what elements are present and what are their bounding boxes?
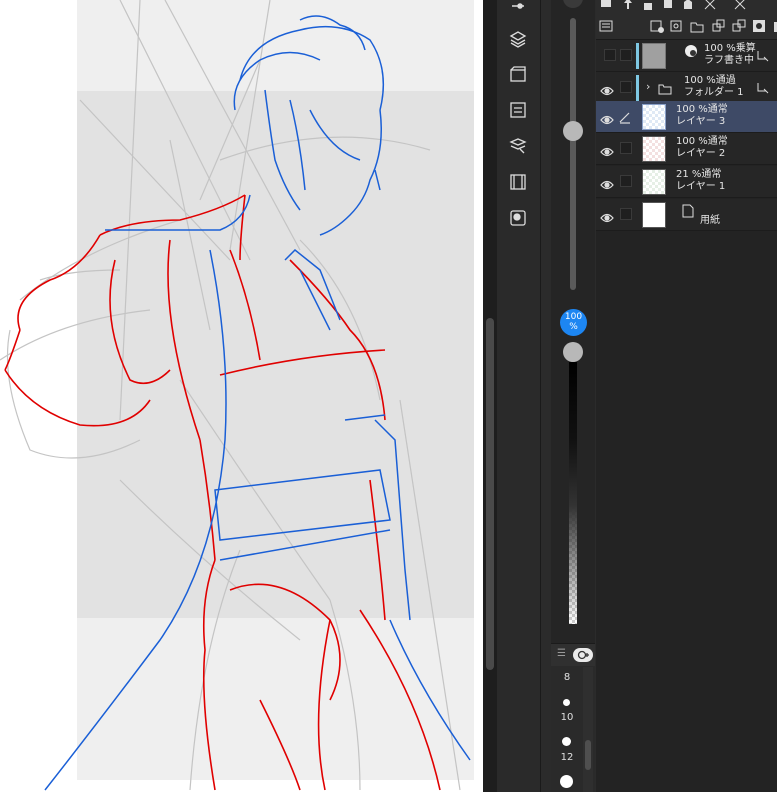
brush-size-scrollbar[interactable] [583, 667, 593, 792]
new-raster-layer-icon[interactable] [650, 18, 664, 33]
paper-layer-icon [682, 203, 694, 218]
layer-name: レイヤー 2 [676, 148, 726, 159]
visibility-eye-icon[interactable] [600, 110, 614, 125]
opacity-slider-knob[interactable] [563, 342, 583, 362]
layer-ref-toggle[interactable] [620, 175, 632, 187]
layer-row[interactable]: 100 %乗算 ラフ書き中 [596, 40, 777, 72]
layer-name: 用紙 [700, 215, 720, 226]
folder-expand-chevron-icon[interactable]: › [646, 80, 650, 93]
film-icon[interactable] [506, 170, 530, 194]
timeline-icon[interactable] [506, 98, 530, 122]
layer-blend-mode: 100 %乗算 [704, 43, 756, 54]
layer-blend-mode: 100 %通過 [684, 75, 736, 86]
copy-layer-icon[interactable] [712, 18, 726, 32]
animation-icon[interactable] [506, 62, 530, 86]
layer-mask-add-icon[interactable] [752, 18, 766, 32]
add-brush-size-button[interactable] [573, 648, 593, 662]
layer-row[interactable]: 用紙 [596, 199, 777, 231]
clipping-indicator [636, 75, 639, 101]
new-vector-layer-icon[interactable] [670, 18, 684, 32]
layer-row-active[interactable]: 100 %通常 レイヤー 3 [596, 101, 777, 133]
visibility-eye-icon[interactable] [600, 208, 614, 223]
layer-tone-icon [684, 43, 698, 57]
gray-rough-lines [0, 0, 461, 791]
layer-palette-icon[interactable] [733, 0, 747, 10]
visibility-eye-icon[interactable] [600, 142, 614, 157]
layer-name: ラフ書き中 [704, 55, 754, 66]
app-window: 100 % ☰ 8 10 12 100 %乗算 ラフ書き中 › 100 %通過 … [0, 0, 777, 792]
tool-palette [497, 0, 541, 792]
brush-size-next-dot[interactable] [560, 775, 573, 788]
pen-edit-icon [618, 109, 632, 124]
layer-row[interactable]: 21 %通常 レイヤー 1 [596, 166, 777, 198]
opacity-slider[interactable] [569, 362, 577, 624]
layer-thumbnail [642, 136, 666, 162]
layer-name: フォルダー 1 [684, 87, 744, 98]
folder-icon [658, 80, 672, 95]
layer-thumbnail [642, 104, 666, 130]
layer-blend-mode: 100 %通常 [676, 136, 728, 147]
sketch-artwork [0, 0, 471, 791]
layer-row[interactable]: › 100 %通過 フォルダー 1 [596, 72, 777, 104]
opacity-value: 100 [564, 312, 583, 322]
layer-clip-icon[interactable] [661, 0, 675, 10]
layer-lock-toggle[interactable] [604, 49, 616, 61]
brush-size-scrollbar-thumb[interactable] [585, 740, 591, 770]
brush-size-10[interactable]: 10 [553, 712, 581, 723]
layer-lock-icon[interactable] [641, 0, 655, 10]
layer-ref-toggle[interactable] [620, 49, 632, 61]
layer-property-icon[interactable] [506, 134, 530, 158]
clipping-indicator [636, 43, 639, 69]
merge-layer-icon[interactable] [732, 18, 746, 32]
adjust-icon[interactable] [506, 0, 530, 18]
layer-ref-toggle[interactable] [620, 208, 632, 220]
layer-clip-link-icon [756, 48, 770, 62]
layer-thumbnail [642, 43, 666, 69]
brush-panel-menu-icon[interactable]: ☰ [557, 648, 566, 659]
brush-size-8[interactable]: 8 [553, 672, 581, 683]
brush-size-slider[interactable] [570, 18, 576, 290]
layer-blend-mode: 21 %通常 [676, 169, 722, 180]
brush-size-slider-knob[interactable] [563, 121, 583, 141]
layer-blend-mode: 100 %通常 [676, 104, 728, 115]
layer-clip-link-icon [756, 80, 770, 94]
layer-thumbnail [642, 202, 666, 228]
blue-head-lines [44, 15, 471, 791]
brush-size-12[interactable]: 12 [553, 752, 581, 763]
material-icon[interactable] [506, 206, 530, 230]
layer-ref-toggle[interactable] [620, 142, 632, 154]
drawing-canvas[interactable] [0, 0, 483, 792]
brush-size-12-dot[interactable] [562, 737, 571, 746]
layer-name: レイヤー 3 [676, 116, 726, 127]
layer-menu-icon[interactable] [599, 18, 613, 32]
delete-layer-icon[interactable] [772, 18, 777, 32]
opacity-unit: % [569, 322, 578, 332]
layer-row[interactable]: 100 %通常 レイヤー 2 [596, 133, 777, 165]
layer-stack-icon[interactable] [506, 27, 530, 51]
layer-thumbnail [642, 169, 666, 195]
layer-mask-icon[interactable] [703, 0, 717, 10]
new-folder-icon[interactable] [690, 18, 704, 33]
opacity-value-badge: 100 % [560, 309, 587, 336]
layer-ref-toggle[interactable] [620, 81, 632, 93]
canvas-scrollbar-thumb[interactable] [486, 318, 494, 670]
layer-toolbar-icon[interactable] [599, 0, 613, 10]
red-body-lines [4, 194, 441, 791]
visibility-eye-icon[interactable] [600, 81, 614, 96]
layer-name: レイヤー 1 [676, 181, 726, 192]
visibility-eye-icon[interactable] [600, 175, 614, 190]
layer-up-icon[interactable] [621, 0, 635, 10]
brush-size-10-dot[interactable] [563, 699, 570, 706]
layer-ref-icon[interactable] [681, 0, 695, 10]
